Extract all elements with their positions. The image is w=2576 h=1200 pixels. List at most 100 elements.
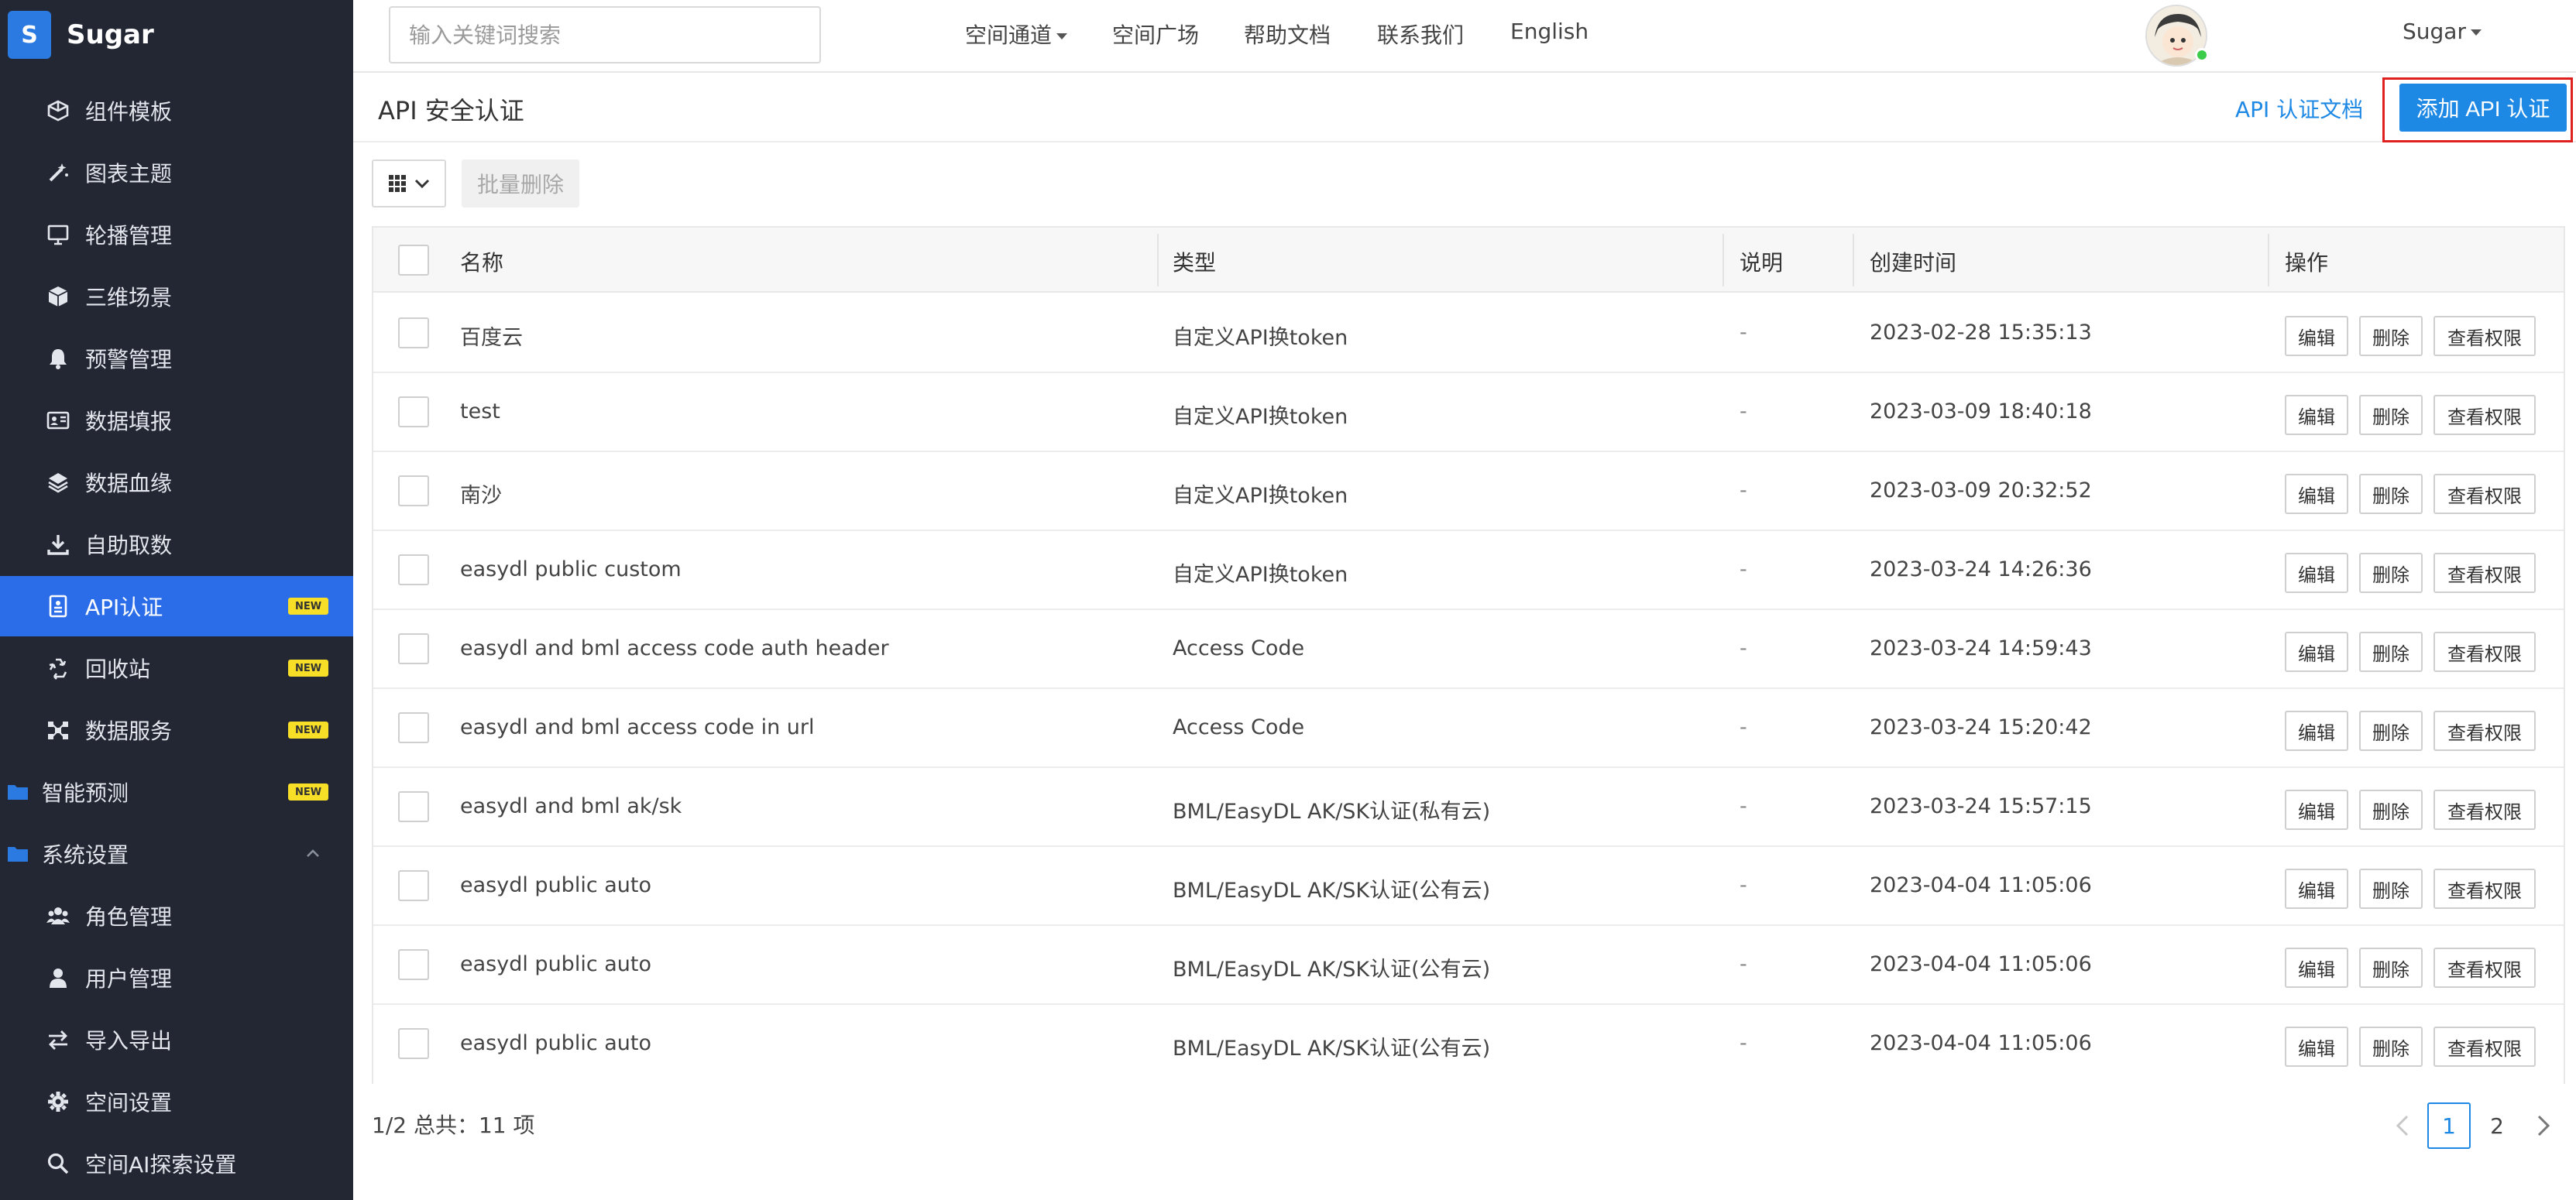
sidebar-item-5[interactable]: 数据填报 xyxy=(0,390,353,451)
sidebar-item-12[interactable]: 系统设置 xyxy=(0,824,353,884)
page-1[interactable]: 1 xyxy=(2427,1102,2471,1149)
view-permissions-button[interactable]: 查看权限 xyxy=(2433,316,2536,356)
sidebar-item-1[interactable]: 图表主题 xyxy=(0,142,353,203)
api-doc-link[interactable]: API 认证文档 xyxy=(2235,93,2363,124)
view-permissions-button[interactable]: 查看权限 xyxy=(2433,711,2536,751)
users-icon xyxy=(45,903,71,929)
edit-button[interactable]: 编辑 xyxy=(2285,1027,2348,1067)
sidebar-item-7[interactable]: 自助取数 xyxy=(0,514,353,574)
row-checkbox[interactable] xyxy=(398,396,429,427)
view-permissions-button[interactable]: 查看权限 xyxy=(2433,395,2536,435)
gear-icon xyxy=(45,1089,71,1115)
sidebar-item-13[interactable]: 角色管理 xyxy=(0,886,353,946)
sidebar-item-11[interactable]: 智能预测 NEW xyxy=(0,762,353,822)
table-row: easydl public auto BML/EasyDL AK/SK认证(公有云… xyxy=(373,847,2564,926)
delete-button[interactable]: 删除 xyxy=(2359,474,2423,514)
delete-button[interactable]: 删除 xyxy=(2359,395,2423,435)
sidebar-item-4[interactable]: 预警管理 xyxy=(0,328,353,389)
search-input[interactable] xyxy=(389,6,821,63)
sidebar-item-15[interactable]: 导入导出 xyxy=(0,1010,353,1070)
row-checkbox[interactable] xyxy=(398,870,429,901)
column-divider[interactable] xyxy=(1722,234,1724,286)
delete-button[interactable]: 删除 xyxy=(2359,316,2423,356)
column-divider[interactable] xyxy=(1853,234,1854,286)
view-permissions-button[interactable]: 查看权限 xyxy=(2433,553,2536,593)
edit-button[interactable]: 编辑 xyxy=(2285,395,2348,435)
edit-button[interactable]: 编辑 xyxy=(2285,553,2348,593)
sidebar-item-0[interactable]: 组件模板 xyxy=(0,81,353,141)
table-row: easydl public auto BML/EasyDL AK/SK认证(公有云… xyxy=(373,1005,2564,1084)
row-checkbox[interactable] xyxy=(398,712,429,743)
edit-button[interactable]: 编辑 xyxy=(2285,474,2348,514)
chevron-up-icon[interactable] xyxy=(304,845,322,861)
cell-type: BML/EasyDL AK/SK认证(公有云) xyxy=(1173,1037,1491,1061)
sidebar-item-label: 角色管理 xyxy=(85,904,173,930)
add-api-auth-button[interactable]: 添加 API 认证 xyxy=(2399,84,2567,132)
bulk-delete-button[interactable]: 批量删除 xyxy=(462,159,579,207)
delete-button[interactable]: 删除 xyxy=(2359,869,2423,909)
brand-logo: S xyxy=(8,11,51,59)
row-checkbox[interactable] xyxy=(398,949,429,980)
view-permissions-button[interactable]: 查看权限 xyxy=(2433,632,2536,672)
edit-button[interactable]: 编辑 xyxy=(2285,316,2348,356)
layers-icon xyxy=(45,469,71,495)
select-all-checkbox[interactable] xyxy=(398,245,429,276)
next-page-icon[interactable] xyxy=(2531,1110,2554,1141)
sidebar-item-9[interactable]: 回收站 NEW xyxy=(0,638,353,698)
space-channel-menu[interactable]: 空间通道 xyxy=(965,19,1068,50)
sidebar-item-17[interactable]: 空间AI探索设置 xyxy=(0,1133,353,1194)
header-ops: 操作 xyxy=(2285,250,2329,276)
help-docs-link[interactable]: 帮助文档 xyxy=(1244,19,1331,50)
edit-button[interactable]: 编辑 xyxy=(2285,790,2348,830)
sidebar-item-label: 空间设置 xyxy=(85,1090,173,1116)
view-permissions-button[interactable]: 查看权限 xyxy=(2433,1027,2536,1067)
cell-created: 2023-02-28 15:35:13 xyxy=(1870,321,2092,345)
column-divider[interactable] xyxy=(2268,234,2269,286)
sidebar-item-2[interactable]: 轮播管理 xyxy=(0,204,353,265)
view-permissions-button[interactable]: 查看权限 xyxy=(2433,474,2536,514)
row-checkbox[interactable] xyxy=(398,1028,429,1059)
brand[interactable]: S Sugar xyxy=(8,11,154,59)
sidebar-item-10[interactable]: 数据服务 NEW xyxy=(0,700,353,760)
folder-icon xyxy=(5,779,31,805)
sidebar-item-16[interactable]: 空间设置 xyxy=(0,1071,353,1132)
language-switch[interactable]: English xyxy=(1510,19,1589,44)
cell-name: easydl public auto xyxy=(460,873,652,897)
edit-button[interactable]: 编辑 xyxy=(2285,869,2348,909)
column-settings-dropdown[interactable] xyxy=(372,159,446,207)
view-permissions-button[interactable]: 查看权限 xyxy=(2433,948,2536,988)
delete-button[interactable]: 删除 xyxy=(2359,1027,2423,1067)
delete-button[interactable]: 删除 xyxy=(2359,948,2423,988)
user-menu[interactable]: Sugar xyxy=(2403,19,2482,44)
contact-us-link[interactable]: 联系我们 xyxy=(1377,19,1464,50)
delete-button[interactable]: 删除 xyxy=(2359,632,2423,672)
view-permissions-button[interactable]: 查看权限 xyxy=(2433,790,2536,830)
cell-desc: - xyxy=(1740,321,1747,345)
edit-button[interactable]: 编辑 xyxy=(2285,948,2348,988)
cell-name: easydl and bml access code auth header xyxy=(460,636,889,660)
api-auth-table: 名称 类型 说明 创建时间 操作 百度云 自定义API换token -2023-02… xyxy=(372,226,2565,1084)
delete-button[interactable]: 删除 xyxy=(2359,553,2423,593)
space-plaza-link[interactable]: 空间广场 xyxy=(1112,19,1199,50)
prev-page-icon[interactable] xyxy=(2392,1110,2415,1141)
page-2[interactable]: 2 xyxy=(2475,1102,2519,1149)
edit-button[interactable]: 编辑 xyxy=(2285,711,2348,751)
cell-desc: - xyxy=(1740,873,1747,897)
row-checkbox[interactable] xyxy=(398,317,429,348)
row-checkbox[interactable] xyxy=(398,554,429,585)
sidebar-item-3[interactable]: 三维场景 xyxy=(0,266,353,327)
download-icon xyxy=(45,531,71,557)
sidebar-item-14[interactable]: 用户管理 xyxy=(0,948,353,1008)
sidebar-item-6[interactable]: 数据血缘 xyxy=(0,452,353,513)
edit-button[interactable]: 编辑 xyxy=(2285,632,2348,672)
column-divider[interactable] xyxy=(1157,234,1159,286)
row-checkbox[interactable] xyxy=(398,633,429,664)
row-checkbox[interactable] xyxy=(398,791,429,822)
row-checkbox[interactable] xyxy=(398,475,429,506)
sidebar-item-8[interactable]: API认证 NEW xyxy=(0,576,353,636)
delete-button[interactable]: 删除 xyxy=(2359,790,2423,830)
delete-button[interactable]: 删除 xyxy=(2359,711,2423,751)
view-permissions-button[interactable]: 查看权限 xyxy=(2433,869,2536,909)
cell-type: 自定义API换token xyxy=(1173,405,1348,429)
cell-name: easydl public auto xyxy=(460,1031,652,1055)
